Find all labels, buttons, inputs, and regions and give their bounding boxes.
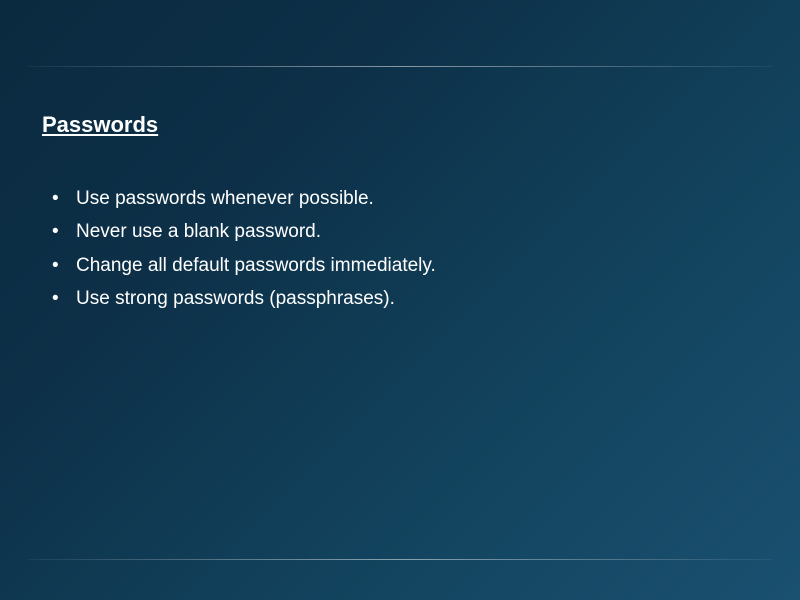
bullet-list: Use passwords whenever possible. Never u… xyxy=(42,182,758,315)
top-divider xyxy=(28,66,772,67)
list-item: Never use a blank password. xyxy=(52,215,758,248)
slide-heading: Passwords xyxy=(42,112,758,138)
list-item: Change all default passwords immediately… xyxy=(52,249,758,282)
list-item: Use strong passwords (passphrases). xyxy=(52,282,758,315)
slide-content: Passwords Use passwords whenever possibl… xyxy=(42,112,758,315)
list-item: Use passwords whenever possible. xyxy=(52,182,758,215)
bottom-divider xyxy=(28,559,772,560)
